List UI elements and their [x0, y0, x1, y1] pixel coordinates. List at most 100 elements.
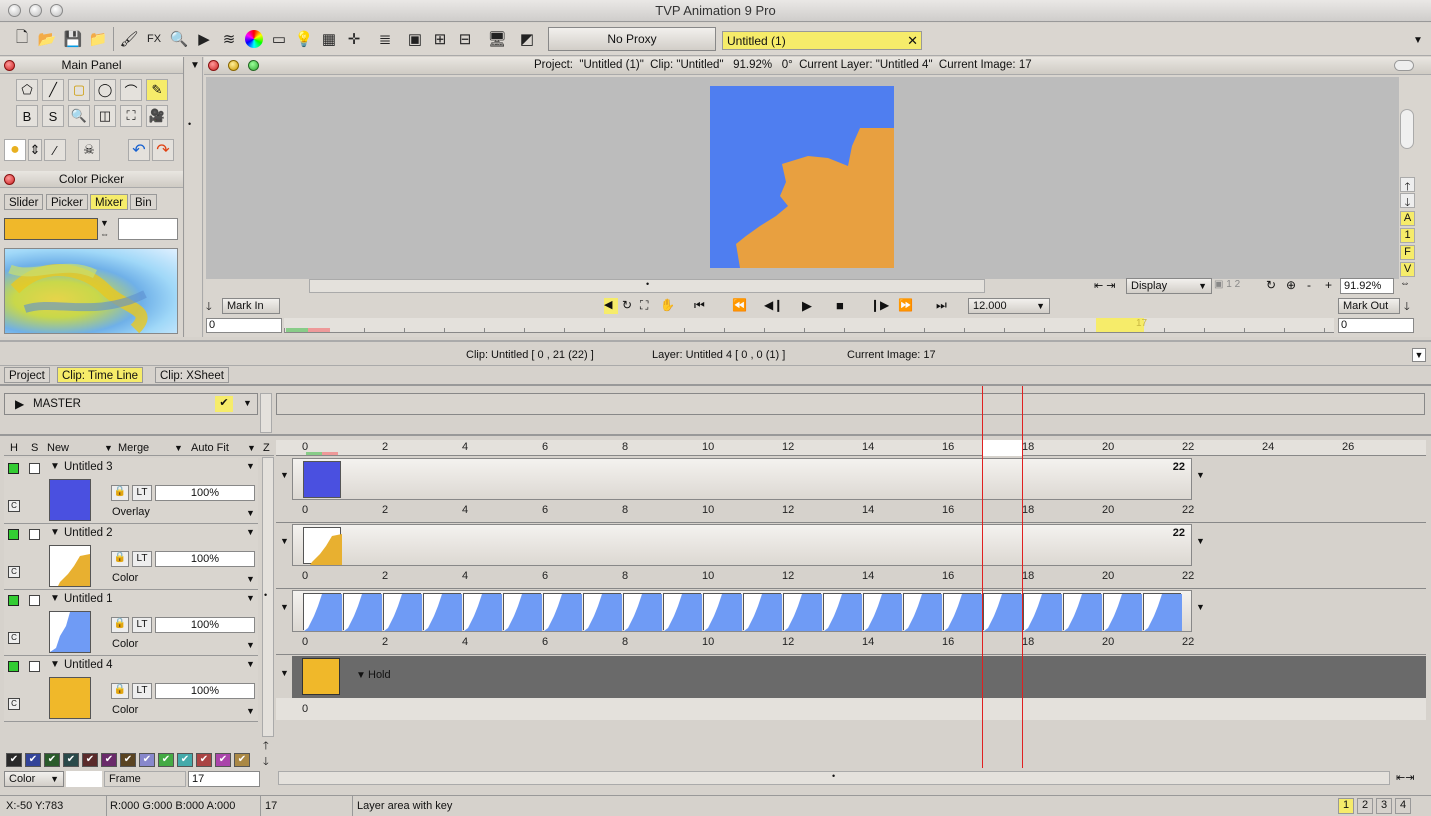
mark-out-arrow-icon[interactable]: 🡓: [1404, 298, 1410, 317]
loop-icon[interactable]: ↻: [622, 298, 632, 312]
stop-button-icon[interactable]: ■: [836, 298, 844, 313]
color-swatch[interactable]: ✔: [120, 753, 136, 767]
image-frame[interactable]: [583, 593, 622, 631]
step-forward-icon[interactable]: ❙▶: [870, 298, 889, 312]
fast-forward-icon[interactable]: ⏩: [898, 298, 913, 312]
layer-blend-mode[interactable]: Color: [112, 572, 138, 584]
in-point-field[interactable]: 0: [206, 318, 282, 333]
open-folder-icon[interactable]: 📂: [35, 27, 59, 51]
tab-mixer[interactable]: Mixer: [90, 194, 129, 210]
monitor-icon[interactable]: 🖥: [485, 27, 509, 51]
arrow-down-icon[interactable]: 🡓: [1400, 193, 1415, 209]
primary-color-swatch[interactable]: [4, 218, 98, 240]
layer-visible-toggle[interactable]: [8, 463, 19, 474]
color-swatch[interactable]: ✔: [101, 753, 117, 767]
guides-icon[interactable]: ✛: [342, 27, 366, 51]
color-swatch[interactable]: ✔: [44, 753, 60, 767]
search-icon[interactable]: 🔍: [167, 27, 191, 51]
prev-arrow-icon[interactable]: ⇤ ⇥: [1094, 279, 1116, 292]
tab-project[interactable]: Project: [4, 367, 50, 383]
chevron-down-icon[interactable]: ▼: [246, 508, 255, 518]
layer-solo-toggle[interactable]: [29, 661, 40, 672]
viewer-menu-icon[interactable]: ▼: [190, 60, 200, 71]
tab-picker[interactable]: Picker: [46, 194, 88, 210]
freehand-selection-icon[interactable]: ⬠: [16, 79, 38, 101]
image-frame[interactable]: [423, 593, 462, 631]
image-frame[interactable]: [503, 593, 542, 631]
layer-c-button[interactable]: C: [8, 632, 20, 644]
color-swatch[interactable]: ✔: [196, 753, 212, 767]
close-panel-button[interactable]: [4, 174, 15, 185]
table-grid-icon[interactable]: ⊞: [428, 27, 452, 51]
layer-blend-mode[interactable]: Color: [112, 638, 138, 650]
image-frame[interactable]: [1063, 593, 1102, 631]
sound-icon[interactable]: ◀: [604, 298, 618, 314]
out-point-field[interactable]: 0: [1338, 318, 1414, 333]
camera-tool-icon[interactable]: 🎥: [146, 105, 168, 127]
canvas-icon[interactable]: ▭: [267, 27, 291, 51]
fit-icon[interactable]: ⛶: [640, 298, 648, 313]
layer-visible-toggle[interactable]: [8, 595, 19, 606]
block-tool-icon[interactable]: B: [16, 105, 38, 127]
layer-opacity-field[interactable]: 100%: [155, 485, 255, 501]
image-frame[interactable]: [302, 658, 340, 695]
color-swatch[interactable]: ✔: [6, 753, 22, 767]
last-frame-icon[interactable]: ⏭: [936, 298, 947, 313]
image-frame[interactable]: [703, 593, 742, 631]
mark-in-arrow-icon[interactable]: 🡓: [206, 298, 212, 317]
track-menu-icon[interactable]: ▼: [280, 668, 289, 678]
image-frame[interactable]: [863, 593, 902, 631]
side-button-a[interactable]: A: [1400, 211, 1415, 226]
light-icon[interactable]: 💡: [292, 27, 316, 51]
canvas-area[interactable]: [206, 77, 1399, 279]
color-swatch[interactable]: ✔: [234, 753, 250, 767]
layer-row[interactable]: C ▼ Untitled 1 ▼ 🔒 LT 100% Color ▼: [4, 590, 258, 656]
rewind-icon[interactable]: ⏪: [732, 298, 747, 312]
secondary-color-swatch[interactable]: [118, 218, 178, 240]
color-mixer-canvas[interactable]: [4, 248, 178, 334]
chevron-down-icon[interactable]: ▼: [243, 398, 252, 408]
brush-tool-icon[interactable]: ✎: [146, 79, 168, 101]
expand-triangle-icon[interactable]: ▶: [15, 397, 24, 411]
layers-scrollbar[interactable]: •: [262, 457, 274, 737]
layer-c-button[interactable]: C: [8, 500, 20, 512]
image-frame[interactable]: [463, 593, 502, 631]
horizontal-scrollbar[interactable]: •: [309, 279, 985, 293]
side-button-f[interactable]: F: [1400, 245, 1415, 260]
frame-field[interactable]: 17: [188, 771, 260, 787]
redo-icon[interactable]: ↷: [152, 139, 174, 161]
layer-c-button[interactable]: C: [8, 566, 20, 578]
master-track[interactable]: [276, 393, 1425, 415]
gradient-icon[interactable]: ◩: [515, 27, 539, 51]
side-button-v[interactable]: V: [1400, 262, 1415, 277]
color-swatch[interactable]: ✔: [25, 753, 41, 767]
color-swatch[interactable]: ✔: [63, 753, 79, 767]
minimize-viewer-button[interactable]: [228, 60, 239, 71]
light-table-button[interactable]: LT: [132, 617, 152, 633]
transform-tool-icon[interactable]: ◫: [94, 105, 116, 127]
color-swatch[interactable]: ✔: [82, 753, 98, 767]
track-end-menu-icon[interactable]: ▼: [1196, 536, 1205, 546]
image-frame[interactable]: [543, 593, 582, 631]
col-z[interactable]: Z: [263, 442, 270, 454]
zoom-tool-icon[interactable]: 🔍: [68, 105, 90, 127]
image-frame[interactable]: [383, 593, 422, 631]
image-frame[interactable]: [303, 527, 342, 565]
panel-scrollbar[interactable]: •: [185, 57, 203, 337]
center-view-icon[interactable]: ⊕: [1286, 278, 1296, 292]
layer-name[interactable]: Untitled 2: [64, 527, 113, 539]
track-menu-icon[interactable]: ▼: [280, 602, 289, 612]
layer-solo-toggle[interactable]: [29, 595, 40, 606]
close-tab-icon[interactable]: ✕: [907, 32, 918, 50]
image-frame[interactable]: [303, 461, 341, 498]
chevron-down-icon[interactable]: ▼: [246, 461, 255, 471]
col-new[interactable]: New: [47, 442, 69, 454]
zoom-stepper-icon[interactable]: ⇔: [1400, 278, 1410, 289]
layer-visible-toggle[interactable]: [8, 529, 19, 540]
fps-select[interactable]: 12.000 ▼: [968, 298, 1050, 314]
undo-icon[interactable]: ↶: [128, 139, 150, 161]
layer-name[interactable]: Untitled 3: [64, 461, 113, 473]
layer-track[interactable]: [292, 590, 1192, 632]
hold-track[interactable]: ▼ Hold: [292, 656, 1426, 698]
image-frame[interactable]: [943, 593, 982, 631]
